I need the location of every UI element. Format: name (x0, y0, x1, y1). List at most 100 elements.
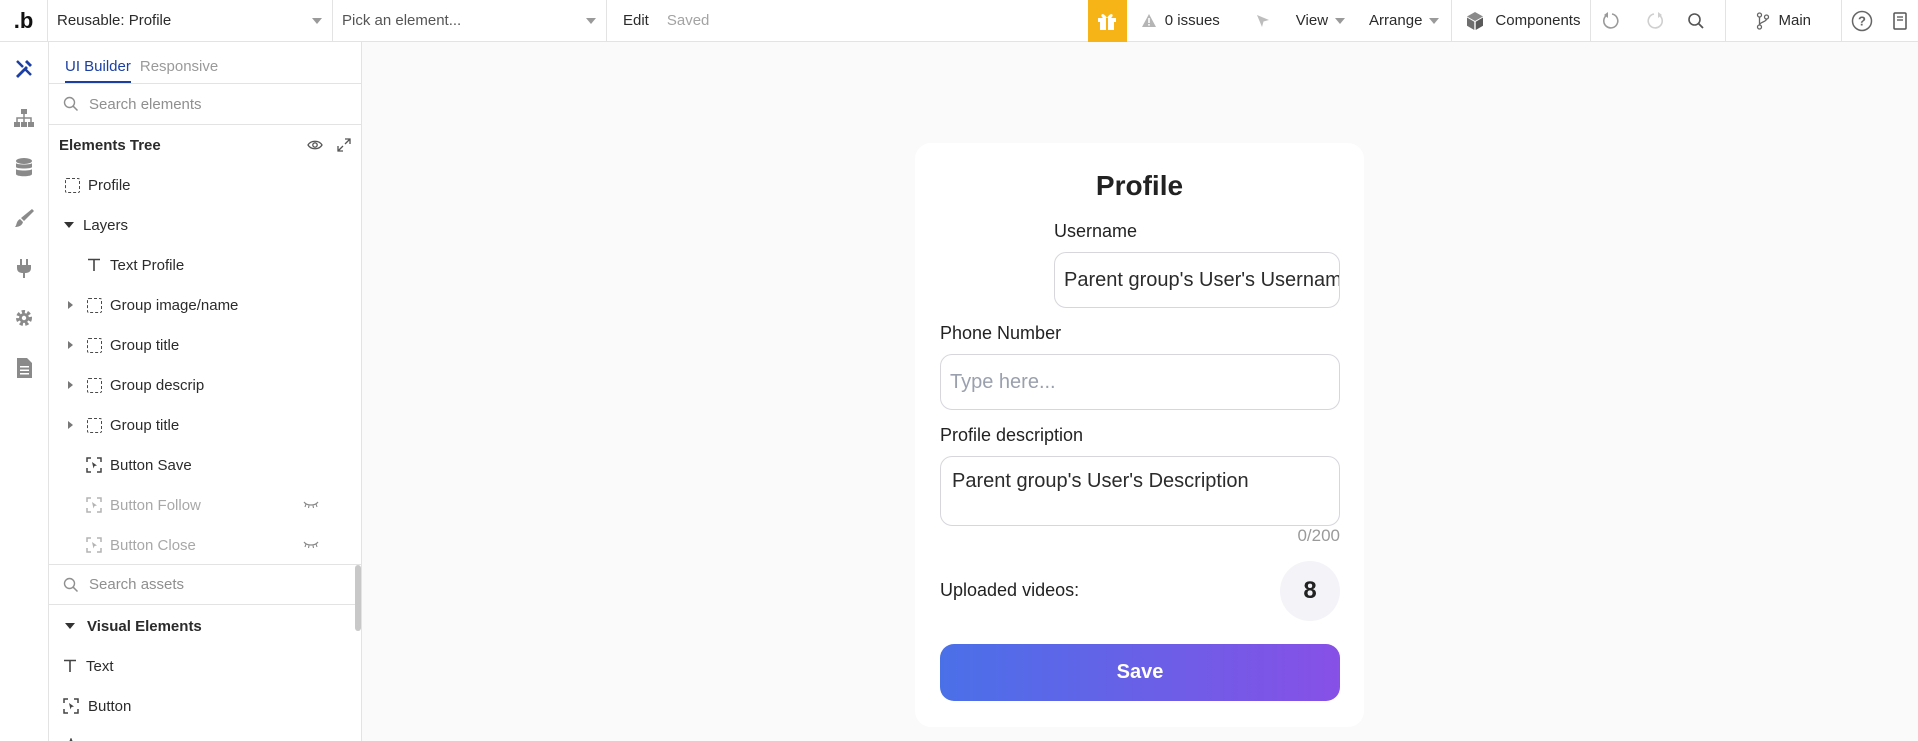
search-icon (63, 577, 79, 592)
tree-item-group-title-2[interactable]: Group title (49, 405, 361, 445)
branch-icon (1757, 11, 1770, 30)
workflow-tab[interactable] (12, 106, 36, 130)
search-icon (63, 96, 79, 112)
top-bar: .b Reusable: Profile Pick an element... … (0, 0, 1918, 42)
saved-status: Saved (666, 12, 710, 29)
undo-button[interactable] (1591, 0, 1633, 42)
eye-icon[interactable] (307, 139, 323, 151)
caret-right-icon[interactable] (64, 341, 76, 349)
eye-closed-icon[interactable] (303, 541, 319, 549)
username-label: Username (1054, 221, 1138, 241)
tab-responsive[interactable]: Responsive (140, 58, 218, 83)
plugins-tab[interactable] (12, 256, 36, 280)
logo-text: b (19, 7, 34, 33)
search-assets[interactable]: Search assets (49, 564, 361, 605)
tree-item-button-close[interactable]: Button Close (49, 525, 361, 565)
help-icon: ? (1851, 10, 1873, 31)
tree-item-label: Group title (110, 336, 180, 354)
tree-item-group-descrip[interactable]: Group descrip (49, 365, 361, 405)
text-icon (63, 659, 77, 673)
caret-right-icon[interactable] (64, 301, 76, 309)
gift-button[interactable] (1087, 0, 1127, 42)
view-label: View (1295, 12, 1329, 29)
description-label: Profile description (940, 425, 1084, 445)
tree-item-label: Group descrip (110, 376, 205, 394)
text-icon (85, 256, 103, 274)
tree-item-layers[interactable]: Layers (49, 205, 361, 245)
search-button[interactable] (1675, 0, 1717, 42)
group-icon (86, 297, 102, 313)
arrange-label: Arrange (1369, 12, 1423, 29)
asset-item-label: Text (86, 657, 114, 675)
tree-item-button-follow[interactable]: Button Follow (49, 485, 361, 525)
expand-icon[interactable] (337, 138, 351, 152)
issues-indicator[interactable]: 0 issues (1127, 12, 1242, 29)
tree-item-label: Button Close (110, 536, 196, 554)
redo-button[interactable] (1633, 0, 1675, 42)
tree-item-group-title[interactable]: Group title (49, 325, 361, 365)
element-picker-label: Pick an element... (342, 12, 462, 29)
caret-right-icon[interactable] (64, 421, 76, 429)
branch-selector[interactable]: Main (1725, 0, 1842, 42)
elements-tree-title: Elements Tree (59, 136, 161, 154)
logs-tab[interactable] (12, 356, 36, 380)
view-menu[interactable]: View (1284, 0, 1357, 42)
phone-field[interactable]: Type here... (940, 354, 1340, 410)
panel-tabs: UI Builder Responsive (49, 42, 361, 84)
tab-ui-builder[interactable]: UI Builder (65, 58, 131, 83)
elements-panel: UI Builder Responsive Search elements El… (49, 42, 362, 741)
gift-icon (1098, 13, 1117, 30)
save-button[interactable]: Save (940, 644, 1340, 701)
asset-item-button[interactable]: Button (49, 686, 361, 726)
tree-item-label: Text Profile (110, 256, 185, 274)
settings-tab[interactable] (12, 306, 36, 330)
brush-icon (15, 209, 34, 227)
tree-item-text-profile[interactable]: Text Profile (49, 245, 361, 285)
workflow-icon (14, 109, 34, 127)
search-assets-placeholder: Search assets (89, 576, 185, 593)
caret-down-icon[interactable] (65, 623, 75, 629)
arrange-menu[interactable]: Arrange (1357, 0, 1451, 42)
tree-item-label: Group image/name (110, 296, 239, 314)
inspect-button[interactable] (1242, 0, 1284, 42)
group-icon (86, 337, 102, 353)
asset-item-partial[interactable] (49, 726, 361, 741)
components-button[interactable]: Components (1451, 0, 1592, 42)
tree-item-group-image-name[interactable]: Group image/name (49, 285, 361, 325)
button-icon (85, 456, 103, 474)
styles-tab[interactable] (12, 206, 36, 230)
button-icon (63, 698, 79, 714)
cube-icon (1467, 11, 1484, 30)
undo-icon (1603, 11, 1619, 29)
tree-item-profile[interactable]: Profile (49, 165, 361, 205)
eye-closed-icon[interactable] (303, 501, 319, 509)
caret-down-icon[interactable] (63, 222, 75, 228)
element-picker[interactable]: Pick an element... (333, 0, 607, 42)
search-elements[interactable]: Search elements (49, 84, 361, 125)
profile-card[interactable]: Profile Username Parent group's User's U… (915, 143, 1364, 727)
cursor-icon (1256, 14, 1269, 27)
docs-button[interactable] (1882, 0, 1918, 42)
username-field[interactable]: Parent group's User's Username (1054, 252, 1340, 308)
caret-right-icon[interactable] (64, 381, 76, 389)
edit-menu[interactable]: Edit (607, 12, 649, 29)
group-icon (64, 177, 80, 193)
page-selector[interactable]: Reusable: Profile (48, 0, 333, 42)
asset-item-text[interactable]: Text (49, 646, 361, 686)
page-selector-label: Reusable: Profile (57, 12, 172, 29)
tree-item-button-save[interactable]: Button Save (49, 445, 361, 485)
description-field[interactable]: Parent group's User's Description (940, 456, 1340, 526)
data-tab[interactable] (12, 156, 36, 180)
plug-icon (17, 259, 31, 278)
help-button[interactable]: ? (1842, 0, 1882, 42)
chevron-down-icon (1429, 17, 1440, 24)
design-tools-icon (16, 60, 32, 78)
bubble-logo[interactable]: .b (0, 0, 48, 42)
design-tab[interactable] (12, 56, 36, 80)
chevron-down-icon (1335, 17, 1346, 24)
tree-item-label: Layers (83, 216, 129, 234)
branch-label: Main (1778, 12, 1811, 29)
tree-item-label: Group title (110, 416, 180, 434)
group-icon (86, 417, 102, 433)
visual-elements-header[interactable]: Visual Elements (49, 606, 361, 646)
